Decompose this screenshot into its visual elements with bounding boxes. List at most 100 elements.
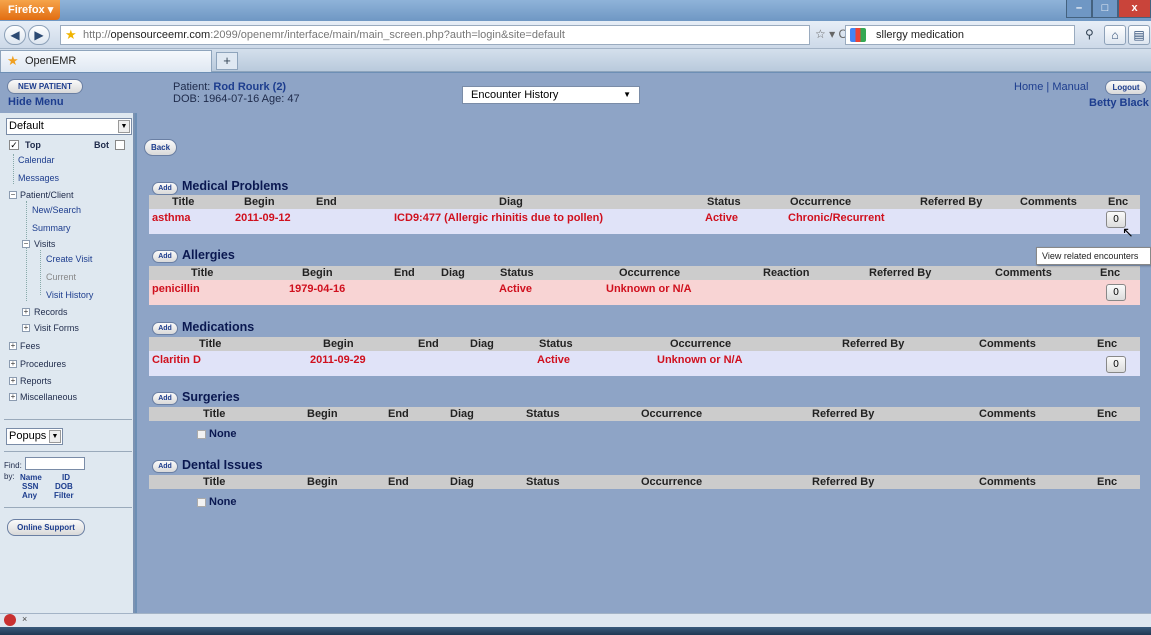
calendar-link[interactable]: Calendar	[18, 155, 55, 165]
minimize-button[interactable]: –	[1066, 0, 1092, 18]
col-diag: Diag	[499, 196, 523, 208]
encounter-history-select[interactable]: Encounter History ▼	[462, 86, 640, 104]
patient-dob: DOB: 1964-07-16 Age: 47	[173, 93, 300, 105]
status-bar: ×	[0, 613, 1151, 627]
expand-icon[interactable]: +	[22, 308, 30, 316]
find-input[interactable]	[25, 457, 85, 470]
bot-checkbox[interactable]	[115, 140, 125, 150]
patient-name-link[interactable]: Rod Rourk (2)	[213, 81, 286, 93]
reports-node[interactable]: Reports	[20, 376, 52, 386]
tab-openemr[interactable]: ★ OpenEMR	[0, 50, 212, 72]
cell-title: penicillin	[152, 283, 200, 295]
add-surgery-button[interactable]: Add	[152, 392, 178, 405]
back-arrow-icon[interactable]: ◀	[4, 25, 26, 45]
star-icon[interactable]: ★	[65, 26, 77, 44]
allergies-heading: Allergies	[182, 248, 235, 262]
col-comments: Comments	[995, 267, 1052, 279]
col-occurrence: Occurrence	[619, 267, 681, 279]
col-status: Status	[500, 267, 534, 279]
visit-forms-node[interactable]: Visit Forms	[34, 323, 79, 333]
col-reaction: Reaction	[763, 267, 810, 279]
expand-icon[interactable]: +	[9, 393, 17, 401]
manual-link[interactable]: Manual	[1052, 81, 1088, 93]
find-by-dob-link[interactable]: DOB	[55, 482, 73, 491]
collapse-icon[interactable]: −	[9, 191, 17, 199]
create-visit-link[interactable]: Create Visit	[46, 254, 92, 264]
new-patient-button[interactable]: NEW PATIENT	[7, 79, 83, 94]
add-medication-button[interactable]: Add	[152, 322, 178, 335]
add-allergy-button[interactable]: Add	[152, 250, 178, 263]
hide-menu-link[interactable]: Hide Menu	[8, 96, 64, 108]
col-end: End	[418, 338, 439, 350]
expand-icon[interactable]: +	[9, 360, 17, 368]
home-icon[interactable]: ⌂	[1104, 25, 1126, 45]
openemr-favicon-icon: ★	[7, 53, 19, 68]
add-medical-problem-button[interactable]: Add	[152, 182, 178, 195]
popups-select[interactable]: Popups ▼	[6, 428, 63, 445]
none-checkbox[interactable]	[197, 498, 206, 507]
col-title: Title	[199, 338, 222, 350]
back-button[interactable]: Back	[144, 139, 177, 156]
col-referred-by: Referred By	[812, 408, 875, 420]
expand-icon[interactable]: +	[9, 377, 17, 385]
procedures-node[interactable]: Procedures	[20, 359, 66, 369]
default-select[interactable]: Default ▼	[6, 118, 132, 135]
collapse-icon[interactable]: −	[22, 240, 30, 248]
url-input[interactable]: ★ http://opensourceemr.com:2099/openemr/…	[60, 25, 810, 45]
expand-icon[interactable]: +	[22, 324, 30, 332]
table-row[interactable]: penicillin 1979-04-16 Active Unknown or …	[149, 280, 1140, 305]
add-dental-issue-button[interactable]: Add	[152, 460, 178, 473]
col-occurrence: Occurrence	[790, 196, 852, 208]
new-tab-button[interactable]: +	[216, 52, 238, 70]
cell-begin: 2011-09-29	[310, 354, 366, 366]
col-end: End	[394, 267, 415, 279]
top-checkbox[interactable]: ✓	[9, 140, 19, 150]
search-go-icon[interactable]: ⚲	[1085, 27, 1094, 41]
miscellaneous-node[interactable]: Miscellaneous	[20, 392, 77, 402]
close-window-button[interactable]: x	[1118, 0, 1151, 18]
forward-arrow-icon[interactable]: ▶	[28, 25, 50, 45]
current-link[interactable]: Current	[46, 272, 76, 282]
col-enc: Enc	[1097, 476, 1118, 488]
find-by-any-link[interactable]: Any	[22, 491, 37, 500]
expand-icon[interactable]: +	[9, 342, 17, 350]
search-engine-icon[interactable]	[850, 28, 866, 42]
patient-client-node[interactable]: Patient/Client	[20, 190, 74, 200]
enc-button[interactable]: 0	[1106, 356, 1126, 373]
addon-icon[interactable]	[4, 614, 16, 626]
enc-button[interactable]: 0	[1106, 284, 1126, 301]
close-icon[interactable]: ×	[22, 614, 27, 624]
reload-icon[interactable]: ☆ ▾ C	[815, 27, 847, 41]
find-by-id-link[interactable]: ID	[62, 473, 70, 482]
col-comments: Comments	[979, 408, 1036, 420]
table-header: Title Begin End Diag Status Occurrence R…	[149, 407, 1140, 421]
cell-occurrence: Unknown or N/A	[606, 283, 692, 295]
home-link[interactable]: Home	[1014, 81, 1043, 93]
cell-status: Active	[705, 212, 739, 224]
records-node[interactable]: Records	[34, 307, 68, 317]
col-comments: Comments	[979, 338, 1036, 350]
find-by-filter-link[interactable]: Filter	[54, 491, 74, 500]
fees-node[interactable]: Fees	[20, 341, 40, 351]
table-row[interactable]: Claritin D 2011-09-29 Active Unknown or …	[149, 351, 1140, 376]
cell-status: Active	[499, 283, 533, 295]
logout-button[interactable]: Logout	[1105, 80, 1147, 95]
visit-history-link[interactable]: Visit History	[46, 290, 93, 300]
summary-link[interactable]: Summary	[32, 223, 71, 233]
top-label: Top	[25, 140, 41, 150]
messages-link[interactable]: Messages	[18, 173, 59, 183]
visits-node[interactable]: Visits	[34, 239, 55, 249]
maximize-button[interactable]: □	[1092, 0, 1118, 18]
find-by-ssn-link[interactable]: SSN	[22, 482, 38, 491]
find-by-name-link[interactable]: Name	[20, 473, 42, 482]
bookmarks-icon[interactable]: ▤	[1128, 25, 1150, 45]
table-row[interactable]: asthma 2011-09-12 ICD9:477 (Allergic rhi…	[149, 209, 1140, 234]
firefox-menu-button[interactable]: Firefox ▾	[0, 0, 60, 20]
search-input[interactable]: sllergy medication	[845, 25, 1075, 45]
new-search-link[interactable]: New/Search	[32, 205, 81, 215]
tree-line	[40, 250, 41, 295]
cell-occurrence: Chronic/Recurrent	[788, 212, 885, 224]
none-checkbox[interactable]	[197, 430, 206, 439]
online-support-button[interactable]: Online Support	[7, 519, 85, 536]
tab-bar: ★ OpenEMR +	[0, 49, 1151, 72]
